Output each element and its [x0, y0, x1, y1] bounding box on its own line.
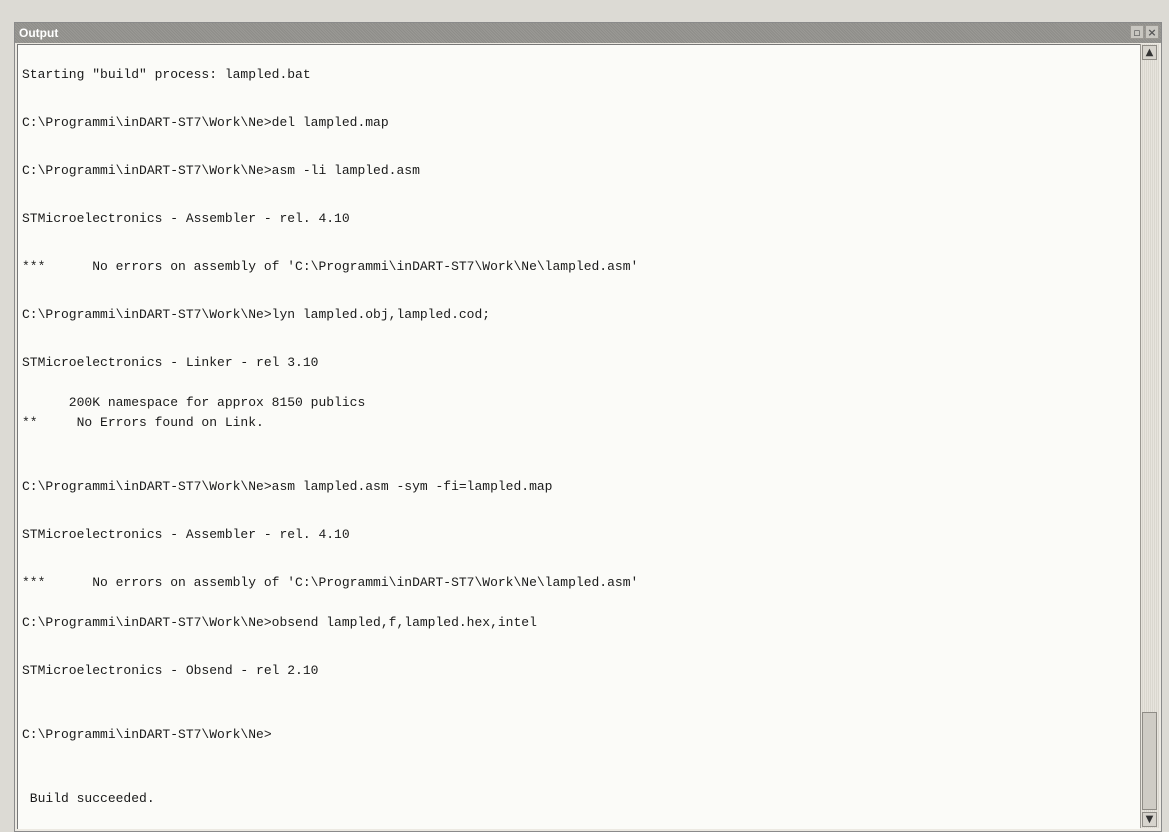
- console-line: STMicroelectronics - Assembler - rel. 4.…: [22, 527, 350, 542]
- console-line: *** No errors on assembly of 'C:\Program…: [22, 259, 639, 274]
- vertical-scrollbar[interactable]: ▲ ▼: [1140, 44, 1159, 828]
- console-line: 200K namespace for approx 8150 publics: [22, 395, 366, 410]
- scroll-up-icon[interactable]: ▲: [1142, 45, 1157, 60]
- console-line: STMicroelectronics - Linker - rel 3.10: [22, 355, 319, 370]
- scroll-down-icon[interactable]: ▼: [1142, 812, 1157, 827]
- console-line: C:\Programmi\inDART-ST7\Work\Ne>obsend l…: [22, 615, 537, 630]
- output-console[interactable]: Starting "build" process: lampled.bat C:…: [17, 44, 1140, 829]
- console-line: C:\Programmi\inDART-ST7\Work\Ne>asm lamp…: [22, 479, 553, 494]
- build-status-line: Build succeeded.: [22, 791, 155, 806]
- console-line: STMicroelectronics - Assembler - rel. 4.…: [22, 211, 350, 226]
- console-line: ** No Errors found on Link.: [22, 415, 264, 430]
- output-titlebar[interactable]: Output ▫ ×: [15, 23, 1161, 43]
- close-icon[interactable]: ×: [1145, 25, 1159, 39]
- console-line: *** No errors on assembly of 'C:\Program…: [22, 575, 639, 590]
- console-line: C:\Programmi\inDART-ST7\Work\Ne>lyn lamp…: [22, 307, 491, 322]
- console-line: C:\Programmi\inDART-ST7\Work\Ne>: [22, 727, 272, 742]
- console-line: C:\Programmi\inDART-ST7\Work\Ne>asm -li …: [22, 163, 420, 178]
- title-buttons: ▫ ×: [1130, 25, 1159, 39]
- scroll-thumb[interactable]: [1142, 712, 1157, 810]
- restore-icon[interactable]: ▫: [1130, 25, 1144, 39]
- console-line: Starting "build" process: lampled.bat: [22, 67, 311, 82]
- console-line: STMicroelectronics - Obsend - rel 2.10: [22, 663, 319, 678]
- window-title: Output: [19, 26, 59, 40]
- console-line: C:\Programmi\inDART-ST7\Work\Ne>del lamp…: [22, 115, 389, 130]
- output-window: Output ▫ × Starting "build" process: lam…: [14, 22, 1162, 832]
